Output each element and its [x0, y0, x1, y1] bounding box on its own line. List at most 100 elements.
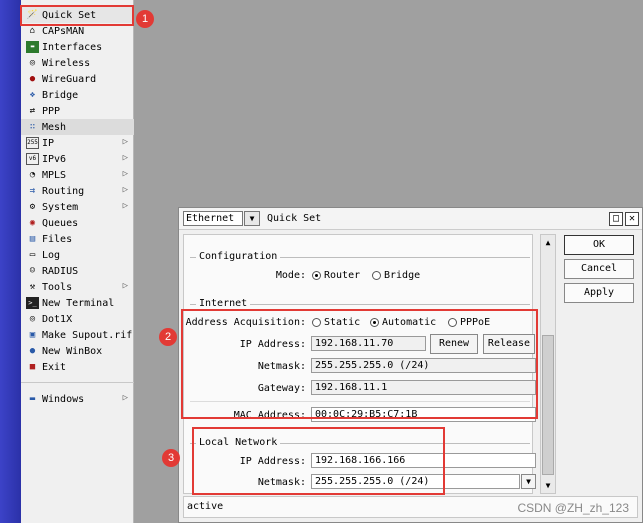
menu-item-label: Make Supout.rif — [42, 329, 133, 341]
interface-type-select[interactable]: Ethernet — [183, 211, 243, 226]
menu-item-label: Bridge — [42, 89, 79, 101]
menu-item-label: WireGuard — [42, 73, 97, 85]
menu-item-ipv6[interactable]: v6 IPv6 ▷ — [21, 151, 134, 167]
menu-item-dot1x[interactable]: ◎ Dot1X — [21, 311, 134, 327]
menu-item-new-terminal[interactable]: >_ New Terminal — [21, 295, 134, 311]
configuration-section-title: Configuration — [196, 251, 281, 262]
menu-item-label: IP — [42, 137, 55, 149]
menu-item-wireguard[interactable]: ● WireGuard — [21, 71, 134, 87]
menu-item-label: New WinBox — [42, 345, 103, 357]
ipv6-icon: v6 — [26, 153, 39, 165]
capsman-icon: ⌂ — [29, 26, 36, 36]
menu-item-label: Exit — [42, 361, 67, 373]
menu-item-label: Interfaces — [42, 41, 103, 53]
mode-label: Mode: — [275, 270, 306, 281]
menu-item-label: MPLS — [42, 169, 67, 181]
menu-item-label: PPP — [42, 105, 61, 117]
close-icon[interactable]: ✕ — [625, 212, 639, 226]
menu-item-system[interactable]: ⚙ System ▷ — [21, 199, 134, 215]
winbox-icon: ● — [29, 346, 36, 356]
scroll-thumb[interactable] — [542, 335, 554, 475]
mode-router-radio[interactable]: Router — [312, 270, 360, 281]
queues-icon: ◉ — [29, 218, 36, 228]
menu-item-radius[interactable]: ☺ RADIUS — [21, 263, 134, 279]
scroll-up-icon[interactable]: ▲ — [542, 236, 554, 249]
internet-section-title: Internet — [196, 298, 251, 309]
menu-item-mpls[interactable]: ◔ MPLS ▷ — [21, 167, 134, 183]
menu-item-interfaces[interactable]: ▬ Interfaces — [21, 39, 134, 55]
mesh-icon: ∷ — [29, 122, 36, 132]
main-menu: 🪄 Quick Set ⌂ CAPsMAN ▬ Interfaces ◎ Wir… — [21, 0, 134, 523]
menu-item-mesh[interactable]: ∷ Mesh — [21, 119, 134, 135]
menu-item-tools[interactable]: ⚒ Tools ▷ — [21, 279, 134, 295]
routing-icon: ⇉ — [29, 186, 36, 196]
window-titlebar: Ethernet ▼ Quick Set □ ✕ — [179, 208, 642, 230]
files-icon: ▤ — [29, 234, 36, 244]
menu-item-label: Files — [42, 233, 73, 245]
form-scrollbar[interactable]: ▲ ▼ — [540, 234, 556, 494]
mode-bridge-label: Bridge — [384, 270, 421, 281]
scroll-down-icon[interactable]: ▼ — [542, 479, 554, 492]
menu-item-label: Wireless — [42, 57, 91, 69]
cancel-button[interactable]: Cancel — [564, 259, 634, 279]
chevron-down-icon[interactable]: ▼ — [244, 211, 260, 226]
chevron-down-icon[interactable]: ▼ — [521, 474, 536, 489]
menu-item-label: Queues — [42, 217, 79, 229]
mode-router-label: Router — [324, 270, 361, 281]
mode-bridge-radio[interactable]: Bridge — [372, 270, 420, 281]
menu-item-label: RADIUS — [42, 265, 79, 277]
apply-button[interactable]: Apply — [564, 283, 634, 303]
dot1x-icon: ◎ — [29, 314, 36, 324]
maximize-icon[interactable]: □ — [609, 212, 623, 226]
submenu-arrow-icon: ▷ — [122, 201, 128, 211]
menu-item-windows[interactable]: ▬ Windows ▷ — [21, 391, 134, 407]
menu-item-label: IPv6 — [42, 153, 67, 165]
submenu-arrow-icon: ▷ — [122, 153, 128, 163]
system-icon: ⚙ — [29, 202, 36, 212]
menu-item-queues[interactable]: ◉ Queues — [21, 215, 134, 231]
ppp-icon: ⇄ — [29, 106, 36, 116]
watermark: CSDN @ZH_zh_123 — [517, 501, 629, 515]
submenu-arrow-icon: ▷ — [122, 393, 128, 403]
exit-icon: ■ — [29, 362, 36, 372]
supout-icon: ▣ — [29, 330, 36, 340]
menu-item-ip[interactable]: 255 IP ▷ — [21, 135, 134, 151]
wireguard-icon: ● — [29, 74, 36, 84]
bridge-icon: ❖ — [29, 90, 36, 100]
annotation-badge-3: 3 — [162, 449, 180, 467]
menu-item-label: Tools — [42, 281, 73, 293]
menu-item-ppp[interactable]: ⇄ PPP — [21, 103, 134, 119]
wireless-icon: ◎ — [29, 58, 36, 68]
menu-item-label: CAPsMAN — [42, 25, 85, 37]
annotation-badge-2: 2 — [159, 328, 177, 346]
menu-item-bridge[interactable]: ❖ Bridge — [21, 87, 134, 103]
annotation-box-internet — [181, 309, 538, 419]
menu-item-make-supout[interactable]: ▣ Make Supout.rif — [21, 327, 134, 343]
submenu-arrow-icon: ▷ — [122, 281, 128, 291]
menu-item-routing[interactable]: ⇉ Routing ▷ — [21, 183, 134, 199]
menu-item-new-winbox[interactable]: ● New WinBox — [21, 343, 134, 359]
annotation-badge-1: 1 — [136, 10, 154, 28]
menu-item-wireless[interactable]: ◎ Wireless — [21, 55, 134, 71]
menu-item-label: New Terminal — [42, 297, 115, 309]
menu-item-label: Routing — [42, 185, 85, 197]
radio-selected-icon — [312, 271, 321, 280]
log-icon: ▭ — [29, 250, 36, 260]
submenu-arrow-icon: ▷ — [122, 185, 128, 195]
menu-item-exit[interactable]: ■ Exit — [21, 359, 134, 375]
menu-item-label: Dot1X — [42, 313, 73, 325]
menu-divider — [21, 382, 134, 383]
interfaces-icon: ▬ — [26, 41, 39, 53]
annotation-box-local-network — [192, 427, 445, 495]
annotation-box-quick-set — [20, 5, 134, 26]
menu-item-log[interactable]: ▭ Log — [21, 247, 134, 263]
winbox-side-strip — [0, 0, 21, 523]
submenu-arrow-icon: ▷ — [122, 137, 128, 147]
window-title: Quick Set — [267, 213, 322, 224]
ip-icon: 255 — [26, 137, 39, 149]
ok-button[interactable]: OK — [564, 235, 634, 255]
menu-item-label: System — [42, 201, 79, 213]
menu-item-files[interactable]: ▤ Files — [21, 231, 134, 247]
menu-item-label: Mesh — [42, 121, 67, 133]
tools-icon: ⚒ — [29, 282, 36, 292]
